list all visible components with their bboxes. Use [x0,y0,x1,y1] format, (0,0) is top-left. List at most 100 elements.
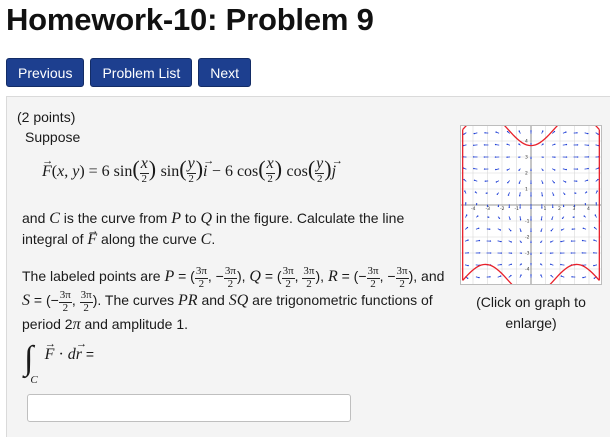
field-arrow-head [467,264,469,267]
field-arrow-head [499,229,502,231]
y-tick-label: -3 [525,251,530,257]
field-arrow-head [576,156,579,158]
field-arrow-head [595,202,597,204]
field-arrow-head [510,274,512,277]
field-arrow-head [494,143,497,146]
field-arrow-head [510,252,513,254]
field-arrow-head [497,205,500,208]
vector-field-plot[interactable]: -4 -4 -3 -3 -2 -2 -1 -1 1 1 2 2 3 3 4 4 [458,112,604,298]
field-arrow-head [541,195,544,197]
field-arrow-head [584,203,587,205]
labeled-points-description: The labeled points are P = (3π 2, −3π 2), … [22,265,445,334]
x-tick-label: 1 [544,206,547,212]
next-button[interactable]: Next [198,58,252,87]
field-arrow-head [478,239,481,242]
field-arrow-head [510,263,513,265]
field-arrow-head [530,219,532,221]
field-arrow-head [576,132,578,134]
field-arrow-head [467,252,469,254]
problem-navigation: Previous Problem List Next [6,58,252,87]
field-arrow-head [551,218,553,220]
field-arrow-head [475,203,478,205]
field-arrow-head [576,168,579,170]
field-arrow-head [562,205,565,208]
field-arrow-head [507,182,509,184]
field-arrow-head [510,241,512,243]
field-arrow-head [540,230,542,232]
field-arrow-head [542,156,544,158]
field-arrow-head [518,143,520,145]
graph-caption[interactable]: (Click on graph to enlarge) [460,292,602,334]
previous-button[interactable]: Previous [6,58,85,87]
field-arrow-head [530,195,532,197]
field-arrow-head [553,130,556,133]
field-arrow-head [465,214,468,216]
points-label: (2 points) [17,109,76,125]
field-arrow-head [463,133,465,135]
field-arrow-head [520,252,522,254]
field-arrow-head [473,179,476,181]
field-arrow-head [549,263,552,265]
field-arrow-head [585,191,588,193]
field-arrow-head [496,193,499,195]
field-arrow-head [518,195,521,197]
field-arrow-head [530,207,532,209]
field-arrow-head [587,144,589,146]
field-arrow-head [478,227,480,229]
field-arrow-head [593,226,596,229]
field-arrow-head [586,179,589,181]
field-arrow-head [484,180,487,182]
field-arrow-head [570,252,573,254]
field-arrow-head [561,217,564,219]
field-arrow-head [574,192,577,194]
field-arrow-head [530,143,532,145]
field-arrow-head [554,143,556,145]
field-arrow-head [472,156,475,158]
field-arrow-head [473,132,475,135]
field-arrow-head [563,193,566,195]
field-arrow-head [549,252,552,254]
curve-description: and C is the curve from P to Q in the fi… [22,208,432,250]
field-arrow-head [530,157,532,159]
field-arrow-head [593,252,595,254]
field-arrow-head [474,191,477,193]
field-arrow-head [473,167,475,170]
field-arrow-head [571,276,573,278]
field-arrow-head [554,169,556,171]
field-arrow-head [560,252,562,254]
field-arrow-head [477,215,479,217]
vector-field-graph[interactable]: -4 -4 -3 -3 -2 -2 -1 -1 1 1 2 2 3 3 4 4 [458,112,604,298]
field-arrow-head [518,130,520,132]
field-arrow-head [494,156,497,158]
field-arrow-head [594,214,597,216]
field-arrow-head [463,178,465,181]
field-arrow-head [583,215,585,217]
field-arrow-head [582,276,584,279]
field-arrow-head [550,274,552,277]
field-arrow-head [507,194,510,196]
field-arrow-head [500,263,502,266]
field-arrow-head [560,275,563,277]
field-arrow-head [520,263,522,265]
page-title: Homework-10: Problem 9 [6,2,374,37]
field-arrow-head [565,168,567,171]
y-tick-label: -1 [525,219,530,225]
field-arrow-head [500,240,502,243]
field-arrow-head [506,143,508,145]
problem-list-button[interactable]: Problem List [90,58,193,87]
field-arrow-head [542,143,544,145]
x-tick-label: -1 [515,206,520,212]
field-arrow-head [587,167,589,170]
field-arrow-head [495,168,497,171]
field-arrow-head [488,228,491,230]
answer-input[interactable] [27,394,351,422]
field-arrow-head [530,169,532,172]
field-arrow-head [530,274,532,276]
field-arrow-head [530,253,532,255]
field-arrow-head [541,207,543,209]
field-arrow-head [465,202,467,204]
field-arrow-head [530,182,532,185]
field-arrow-head [478,252,481,254]
field-arrow-head [495,181,498,183]
field-arrow-head [520,241,522,243]
